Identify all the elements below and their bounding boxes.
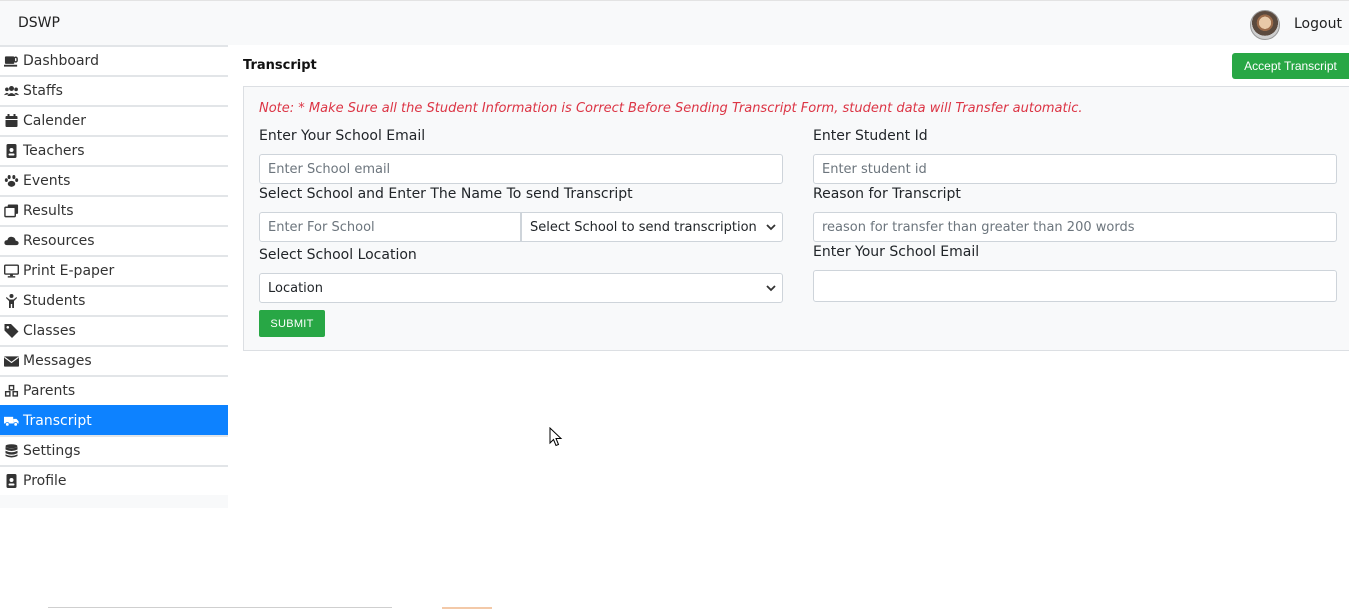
sidebar-item-classes[interactable]: Classes: [0, 315, 228, 345]
brand-name[interactable]: DSWP: [18, 15, 60, 31]
top-navbar: DSWP Logout: [0, 0, 1349, 45]
sidebar-item-label: Classes: [23, 323, 76, 339]
sidebar-item-settings[interactable]: Settings: [0, 435, 228, 465]
school-name-placeholder: Enter For School: [268, 219, 375, 235]
your-school-email-input[interactable]: [813, 270, 1337, 302]
sidebar-item-results[interactable]: Results: [0, 195, 228, 225]
sidebar-item-dashboard[interactable]: Dashboard: [0, 45, 228, 75]
chevron-down-icon: [766, 224, 776, 231]
cloud-icon: [4, 236, 19, 246]
sidebar-item-label: Students: [23, 293, 86, 309]
sidebar-item-events[interactable]: Events: [0, 165, 228, 195]
student-id-label: Enter Student Id: [813, 128, 928, 144]
sidebar-item-messages[interactable]: Messages: [0, 345, 228, 375]
sidebar-item-label: Dashboard: [23, 53, 99, 69]
your-school-email-label: Enter Your School Email: [813, 244, 980, 260]
accept-transcript-button[interactable]: Accept Transcript: [1232, 53, 1349, 79]
bottom-divider: [48, 607, 392, 608]
id-badge-icon: [6, 474, 17, 488]
sidebar-item-print-e-paper[interactable]: Print E-paper: [0, 255, 228, 285]
sidebar-item-label: Transcript: [23, 413, 92, 429]
child-icon: [6, 294, 17, 308]
chevron-down-icon: [766, 285, 776, 292]
location-select-value: Location: [268, 280, 323, 296]
id-badge-icon: [6, 144, 17, 158]
user-avatar[interactable]: [1250, 10, 1280, 40]
sidebar-item-label: Events: [23, 173, 71, 189]
sidebar-item-label: Print E-paper: [23, 263, 115, 279]
desktop-icon: [4, 264, 19, 278]
sidebar-item-label: Parents: [23, 383, 76, 399]
sidebar-item-label: Messages: [23, 353, 92, 369]
sidebar-item-students[interactable]: Students: [0, 285, 228, 315]
sidebar-item-profile[interactable]: Profile: [0, 465, 228, 495]
mouse-cursor-icon: [549, 427, 563, 447]
reason-label: Reason for Transcript: [813, 186, 961, 202]
sidebar-item-calender[interactable]: Calender: [0, 105, 228, 135]
school-email-placeholder: Enter School email: [268, 161, 391, 177]
sidebar-item-label: Staffs: [23, 83, 63, 99]
school-email-input[interactable]: Enter School email: [259, 154, 783, 184]
reason-placeholder: reason for transfer than greater than 20…: [822, 219, 1135, 235]
select-school-label: Select School and Enter The Name To send…: [259, 186, 633, 202]
school-name-input[interactable]: Enter For School: [259, 212, 521, 242]
submit-button[interactable]: SUBMIT: [259, 310, 325, 337]
student-id-placeholder: Enter student id: [822, 161, 927, 177]
database-icon: [5, 444, 18, 458]
page-title: Transcript: [243, 58, 317, 73]
clone-icon: [4, 204, 19, 218]
school-location-label: Select School Location: [259, 247, 417, 263]
tag-icon: [4, 324, 19, 338]
calendar-icon: [5, 114, 18, 127]
sidebar-item-transcript[interactable]: Transcript: [0, 405, 228, 435]
school-select[interactable]: Select School to send transcription: [521, 212, 783, 242]
users-icon: [4, 86, 19, 96]
sidebar-item-resources[interactable]: Resources: [0, 225, 228, 255]
student-id-input[interactable]: Enter student id: [813, 154, 1337, 184]
reason-input[interactable]: reason for transfer than greater than 20…: [813, 212, 1337, 242]
location-select[interactable]: Location: [259, 273, 783, 303]
sidebar-item-staffs[interactable]: Staffs: [0, 75, 228, 105]
school-email-label: Enter Your School Email: [259, 128, 426, 144]
warning-note: Note: * Make Sure all the Student Inform…: [259, 101, 1083, 116]
coffee-icon: [4, 56, 18, 67]
sidebar-item-label: Calender: [23, 113, 86, 129]
sidebar-item-label: Teachers: [23, 143, 85, 159]
sidebar-item-label: Results: [23, 203, 74, 219]
sidebar-item-label: Settings: [23, 443, 81, 459]
envelope-icon: [4, 356, 19, 367]
logout-link[interactable]: Logout: [1294, 16, 1342, 32]
transcript-form-card: Note: * Make Sure all the Student Inform…: [243, 86, 1349, 351]
sidebar-item-parents[interactable]: Parents: [0, 375, 228, 405]
sidebar-item-teachers[interactable]: Teachers: [0, 135, 228, 165]
paw-icon: [4, 175, 19, 187]
sidebar-item-label: Profile: [23, 473, 67, 489]
cubes-icon: [4, 384, 19, 397]
school-select-value: Select School to send transcription: [530, 219, 757, 235]
sidebar-item-label: Resources: [23, 233, 95, 249]
truck-icon: [4, 416, 19, 427]
sidebar: Dashboard Staffs Calender Teachers Event…: [0, 45, 228, 508]
